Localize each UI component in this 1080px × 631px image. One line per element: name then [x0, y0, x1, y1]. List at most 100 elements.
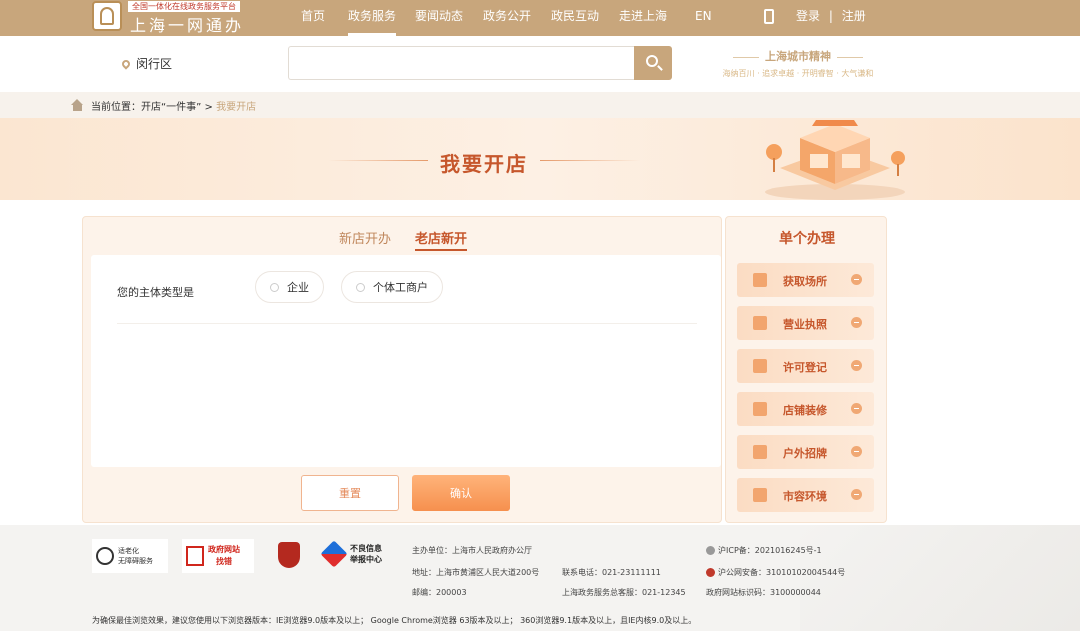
arrow-right-icon: [851, 489, 862, 500]
footer-icp[interactable]: 沪ICP备：2021016245号-1: [706, 545, 822, 556]
icp-icon: [706, 546, 715, 555]
arrow-right-icon: [851, 360, 862, 371]
auth-separator: |: [828, 9, 833, 23]
city-spirit-subtitle: 海纳百川 · 追求卓越 · 开明睿智 · 大气谦和: [722, 69, 874, 78]
nav-gov-disclosure[interactable]: 政务公开: [483, 0, 531, 36]
side-item-city-environment[interactable]: 市容环境: [737, 478, 874, 512]
shop-form-card: 新店开办 老店新开 您的主体类型是 企业 个体工商户 重置 确认: [82, 216, 722, 523]
home-icon[interactable]: [71, 99, 84, 111]
shop-illustration: [765, 120, 905, 200]
radio-individual-business-label: 个体工商户: [373, 281, 428, 294]
environment-icon: [753, 488, 767, 502]
top-nav: 全国一体化在线政务服务平台 上海一网通办 首页 政务服务 要闻动态 政务公开 政…: [0, 0, 1080, 36]
footer: 适老化 无障碍服务 政府网站 找错 不良信息 举报中心 主办单位：上海市人民政府…: [0, 525, 1080, 631]
report-center-badge[interactable]: 不良信息 举报中心: [320, 540, 382, 568]
police-emblem-icon[interactable]: [278, 542, 300, 568]
page-banner: 我要开店: [0, 118, 1080, 200]
accessibility-line2: 无障碍服务: [118, 557, 153, 565]
side-item-renovation[interactable]: 店铺装修: [737, 392, 874, 426]
banner-line-right: [540, 160, 640, 161]
site-logo[interactable]: 全国一体化在线政务服务平台 上海一网通办: [92, 0, 252, 35]
form-divider: [117, 323, 697, 324]
permit-icon: [753, 359, 767, 373]
form-box: 您的主体类型是 企业 个体工商户: [91, 255, 721, 467]
nav-government-services[interactable]: 政务服务: [348, 0, 397, 36]
report-line2: 举报中心: [350, 555, 382, 564]
side-item-get-venue[interactable]: 获取场所: [737, 263, 874, 297]
footer-host: 主办单位：上海市人民政府办公厅: [412, 546, 532, 555]
footer-phone: 联系电话：021-23111111: [562, 568, 661, 577]
city-spirit: 上海城市精神 海纳百川 · 追求卓越 · 开明睿智 · 大气谦和: [708, 48, 888, 79]
gov-badge-text: 政府网站 找错: [208, 544, 240, 568]
gov-badge-line1: 政府网站: [208, 545, 240, 554]
breadcrumb-trail: 当前位置：开店“一件事” > 我要开店: [91, 98, 256, 113]
login-link[interactable]: 登录: [796, 9, 820, 23]
accessibility-badge[interactable]: 适老化 无障碍服务: [92, 539, 168, 573]
gov-site-error-badge[interactable]: 政府网站 找错: [182, 539, 254, 573]
entity-type-label: 您的主体类型是: [117, 286, 194, 299]
logo-tagline: 全国一体化在线政务服务平台: [128, 1, 240, 12]
police-record-icon: [706, 568, 715, 577]
radio-enterprise[interactable]: 企业: [255, 271, 324, 303]
license-icon: [753, 316, 767, 330]
banner-line-left: [328, 160, 428, 161]
side-item-label: 市容环境: [783, 490, 827, 503]
accessibility-line1: 适老化: [118, 547, 139, 555]
single-service-panel: 单个办理 获取场所 营业执照 许可登记 店铺装修 户外招牌 市容环境: [725, 216, 887, 523]
location-pin-icon: [120, 57, 132, 70]
side-item-label: 获取场所: [783, 275, 827, 288]
nav-home[interactable]: 首页: [301, 0, 325, 36]
person-icon: [753, 273, 767, 287]
search-button[interactable]: [634, 46, 672, 80]
footer-address: 地址：上海市黄浦区人民大道200号: [412, 568, 540, 577]
arrow-right-icon: [851, 274, 862, 285]
tab-reopen-shop[interactable]: 老店新开: [415, 228, 468, 251]
breadcrumb-prefix: 当前位置：: [91, 102, 141, 113]
register-link[interactable]: 注册: [842, 9, 866, 23]
mobile-phone-icon[interactable]: [764, 9, 774, 24]
radio-individual-business[interactable]: 个体工商户: [341, 271, 443, 303]
report-text: 不良信息 举报中心: [350, 543, 382, 565]
footer-decoration: [800, 525, 1080, 631]
side-item-permit[interactable]: 许可登记: [737, 349, 874, 383]
accessibility-text: 适老化 无障碍服务: [118, 546, 153, 566]
radio-enterprise-label: 企业: [287, 281, 309, 294]
location-label: 闵行区: [136, 57, 173, 71]
wheelchair-icon: [96, 547, 114, 565]
paint-roller-icon: [753, 402, 767, 416]
breadcrumb-parent[interactable]: 开店“一件事”: [141, 102, 201, 113]
footer-police-record[interactable]: 沪公网安备：31010102004544号: [706, 567, 845, 578]
tab-new-shop[interactable]: 新店开办: [339, 228, 391, 247]
search-input[interactable]: [288, 46, 634, 80]
side-item-label: 营业执照: [783, 318, 827, 331]
footer-site-id: 政府网站标识码：3100000044: [706, 588, 821, 597]
icp-text: 沪ICP备：2021016245号-1: [718, 546, 822, 555]
breadcrumb: 当前位置：开店“一件事” > 我要开店: [0, 92, 1080, 118]
nav-explore-shanghai[interactable]: 走进上海: [619, 0, 667, 36]
side-item-business-license[interactable]: 营业执照: [737, 306, 874, 340]
nav-english[interactable]: EN: [695, 0, 712, 36]
side-item-label: 户外招牌: [783, 447, 827, 460]
arrow-right-icon: [851, 317, 862, 328]
side-item-outdoor-sign[interactable]: 户外招牌: [737, 435, 874, 469]
footer-hotline: 上海政务服务总客服：021-12345: [562, 588, 686, 597]
arrow-right-icon: [851, 403, 862, 414]
nav-news[interactable]: 要闻动态: [415, 0, 463, 36]
nav-interaction[interactable]: 政民互动: [551, 0, 599, 36]
gov-badge-line2: 找错: [216, 557, 232, 566]
side-item-label: 店铺装修: [783, 404, 827, 417]
city-spirit-title: 上海城市精神: [708, 48, 888, 64]
page-title: 我要开店: [440, 152, 528, 176]
breadcrumb-current: 我要开店: [216, 102, 257, 113]
report-center-icon: [320, 540, 348, 568]
reset-button[interactable]: 重置: [301, 475, 399, 511]
browser-note: 为确保最佳浏览效果，建议您使用以下浏览器版本：IE浏览器9.0版本及以上； Go…: [92, 616, 697, 625]
radio-circle-icon: [356, 282, 365, 292]
signboard-icon: [753, 445, 767, 459]
report-line1: 不良信息: [350, 544, 382, 553]
single-service-title: 单个办理: [779, 231, 835, 247]
police-record-text: 沪公网安备：31010102004544号: [718, 568, 846, 577]
confirm-button[interactable]: 确认: [412, 475, 510, 511]
location-selector[interactable]: 闵行区: [120, 55, 173, 72]
radio-circle-icon: [270, 282, 279, 292]
